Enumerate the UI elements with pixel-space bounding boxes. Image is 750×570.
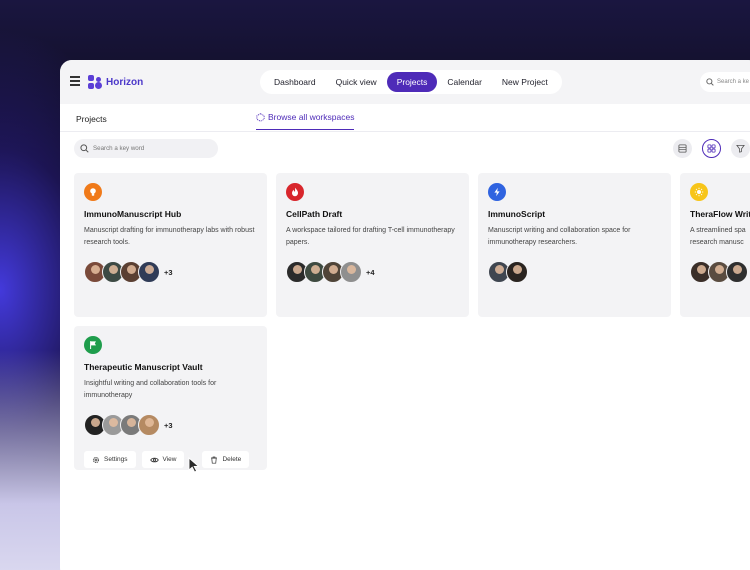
gear-icon <box>92 456 100 463</box>
top-search-placeholder: Search a ke <box>717 79 750 85</box>
hamburger-menu-icon[interactable] <box>70 76 80 86</box>
settings-label: Settings <box>104 456 128 463</box>
mouse-pointer-icon <box>188 457 200 473</box>
grid-icon <box>707 144 716 153</box>
avatar <box>340 261 362 283</box>
tab-browse-workspaces[interactable]: Browse all workspaces <box>256 112 355 130</box>
sub-bar: Projects Browse all workspaces <box>60 104 750 132</box>
avatar <box>138 261 160 283</box>
eye-icon <box>149 457 159 462</box>
app-window: Horizon Dashboard Quick view Projects Ca… <box>60 60 750 570</box>
lightbulb-icon <box>84 183 102 201</box>
card-description: A workspace tailored for drafting T-cell… <box>286 227 455 246</box>
settings-button[interactable]: Settings <box>84 451 136 468</box>
top-bar: Horizon Dashboard Quick view Projects Ca… <box>60 60 750 104</box>
top-search-input[interactable]: Search a ke <box>700 72 750 92</box>
card-description: A streamlined spa research manusc <box>690 227 746 246</box>
member-avatars <box>690 261 748 283</box>
card-title: TheraFlow Writi <box>690 209 750 219</box>
card-title: CellPath Draft <box>286 209 343 219</box>
workspace-card[interactable]: ImmunoScript Manuscript writing and coll… <box>478 173 671 317</box>
filter-button[interactable] <box>731 139 750 158</box>
avatar <box>506 261 528 283</box>
cube-icon <box>256 112 265 122</box>
trash-icon <box>211 456 218 464</box>
workspace-card[interactable]: TheraFlow Writi A streamlined spa resear… <box>680 173 750 317</box>
flame-icon <box>286 183 304 201</box>
search-icon <box>80 144 89 153</box>
avatar <box>138 414 160 436</box>
workspace-card[interactable]: ImmunoManuscript Hub Manuscript drafting… <box>74 173 267 317</box>
workspace-search-input[interactable] <box>93 145 203 152</box>
card-actions: Settings View Delete <box>84 451 250 468</box>
avatar <box>726 261 748 283</box>
lightning-icon <box>488 183 506 201</box>
tab-browse-label: Browse all workspaces <box>268 112 355 122</box>
list-view-button[interactable] <box>673 139 692 158</box>
member-avatars <box>488 261 532 283</box>
nav-projects[interactable]: Projects <box>386 72 438 92</box>
member-avatars: +3 <box>84 261 173 283</box>
delete-label: Delete <box>222 456 242 463</box>
nav-dashboard[interactable]: Dashboard <box>264 72 326 92</box>
nav-calendar[interactable]: Calendar <box>437 72 492 92</box>
card-description: Insightful writing and collaboration too… <box>84 380 217 399</box>
more-members-count: +3 <box>164 420 173 430</box>
nav-new-project[interactable]: New Project <box>492 72 558 92</box>
brand-name: Horizon <box>106 76 144 88</box>
card-description: Manuscript writing and collaboration spa… <box>488 227 631 246</box>
logo[interactable]: Horizon <box>88 75 143 89</box>
main-nav: Dashboard Quick view Projects Calendar N… <box>260 70 562 94</box>
filter-icon <box>736 144 745 153</box>
workspace-card[interactable]: Therapeutic Manuscript Vault Insightful … <box>74 326 267 470</box>
nav-quick-view[interactable]: Quick view <box>326 72 387 92</box>
card-title: Therapeutic Manuscript Vault <box>84 362 203 372</box>
grid-view-button[interactable] <box>702 139 721 158</box>
card-title: ImmunoManuscript Hub <box>84 209 182 219</box>
list-icon <box>678 144 687 153</box>
search-icon <box>706 78 714 86</box>
more-members-count: +3 <box>164 267 173 277</box>
card-title: ImmunoScript <box>488 209 546 219</box>
view-button[interactable]: View <box>141 451 185 468</box>
workspace-card[interactable]: CellPath Draft A workspace tailored for … <box>276 173 469 317</box>
tab-projects[interactable]: Projects <box>76 114 107 124</box>
card-description: Manuscript drafting for immunotherapy la… <box>84 227 255 246</box>
workspace-search[interactable] <box>74 139 218 158</box>
delete-button[interactable]: Delete <box>202 451 250 468</box>
more-members-count: +4 <box>366 267 375 277</box>
member-avatars: +4 <box>286 261 375 283</box>
flag-icon <box>84 336 102 354</box>
member-avatars: +3 <box>84 414 173 436</box>
sun-icon <box>690 183 708 201</box>
logo-mark-icon <box>88 75 102 89</box>
view-label: View <box>162 456 177 463</box>
